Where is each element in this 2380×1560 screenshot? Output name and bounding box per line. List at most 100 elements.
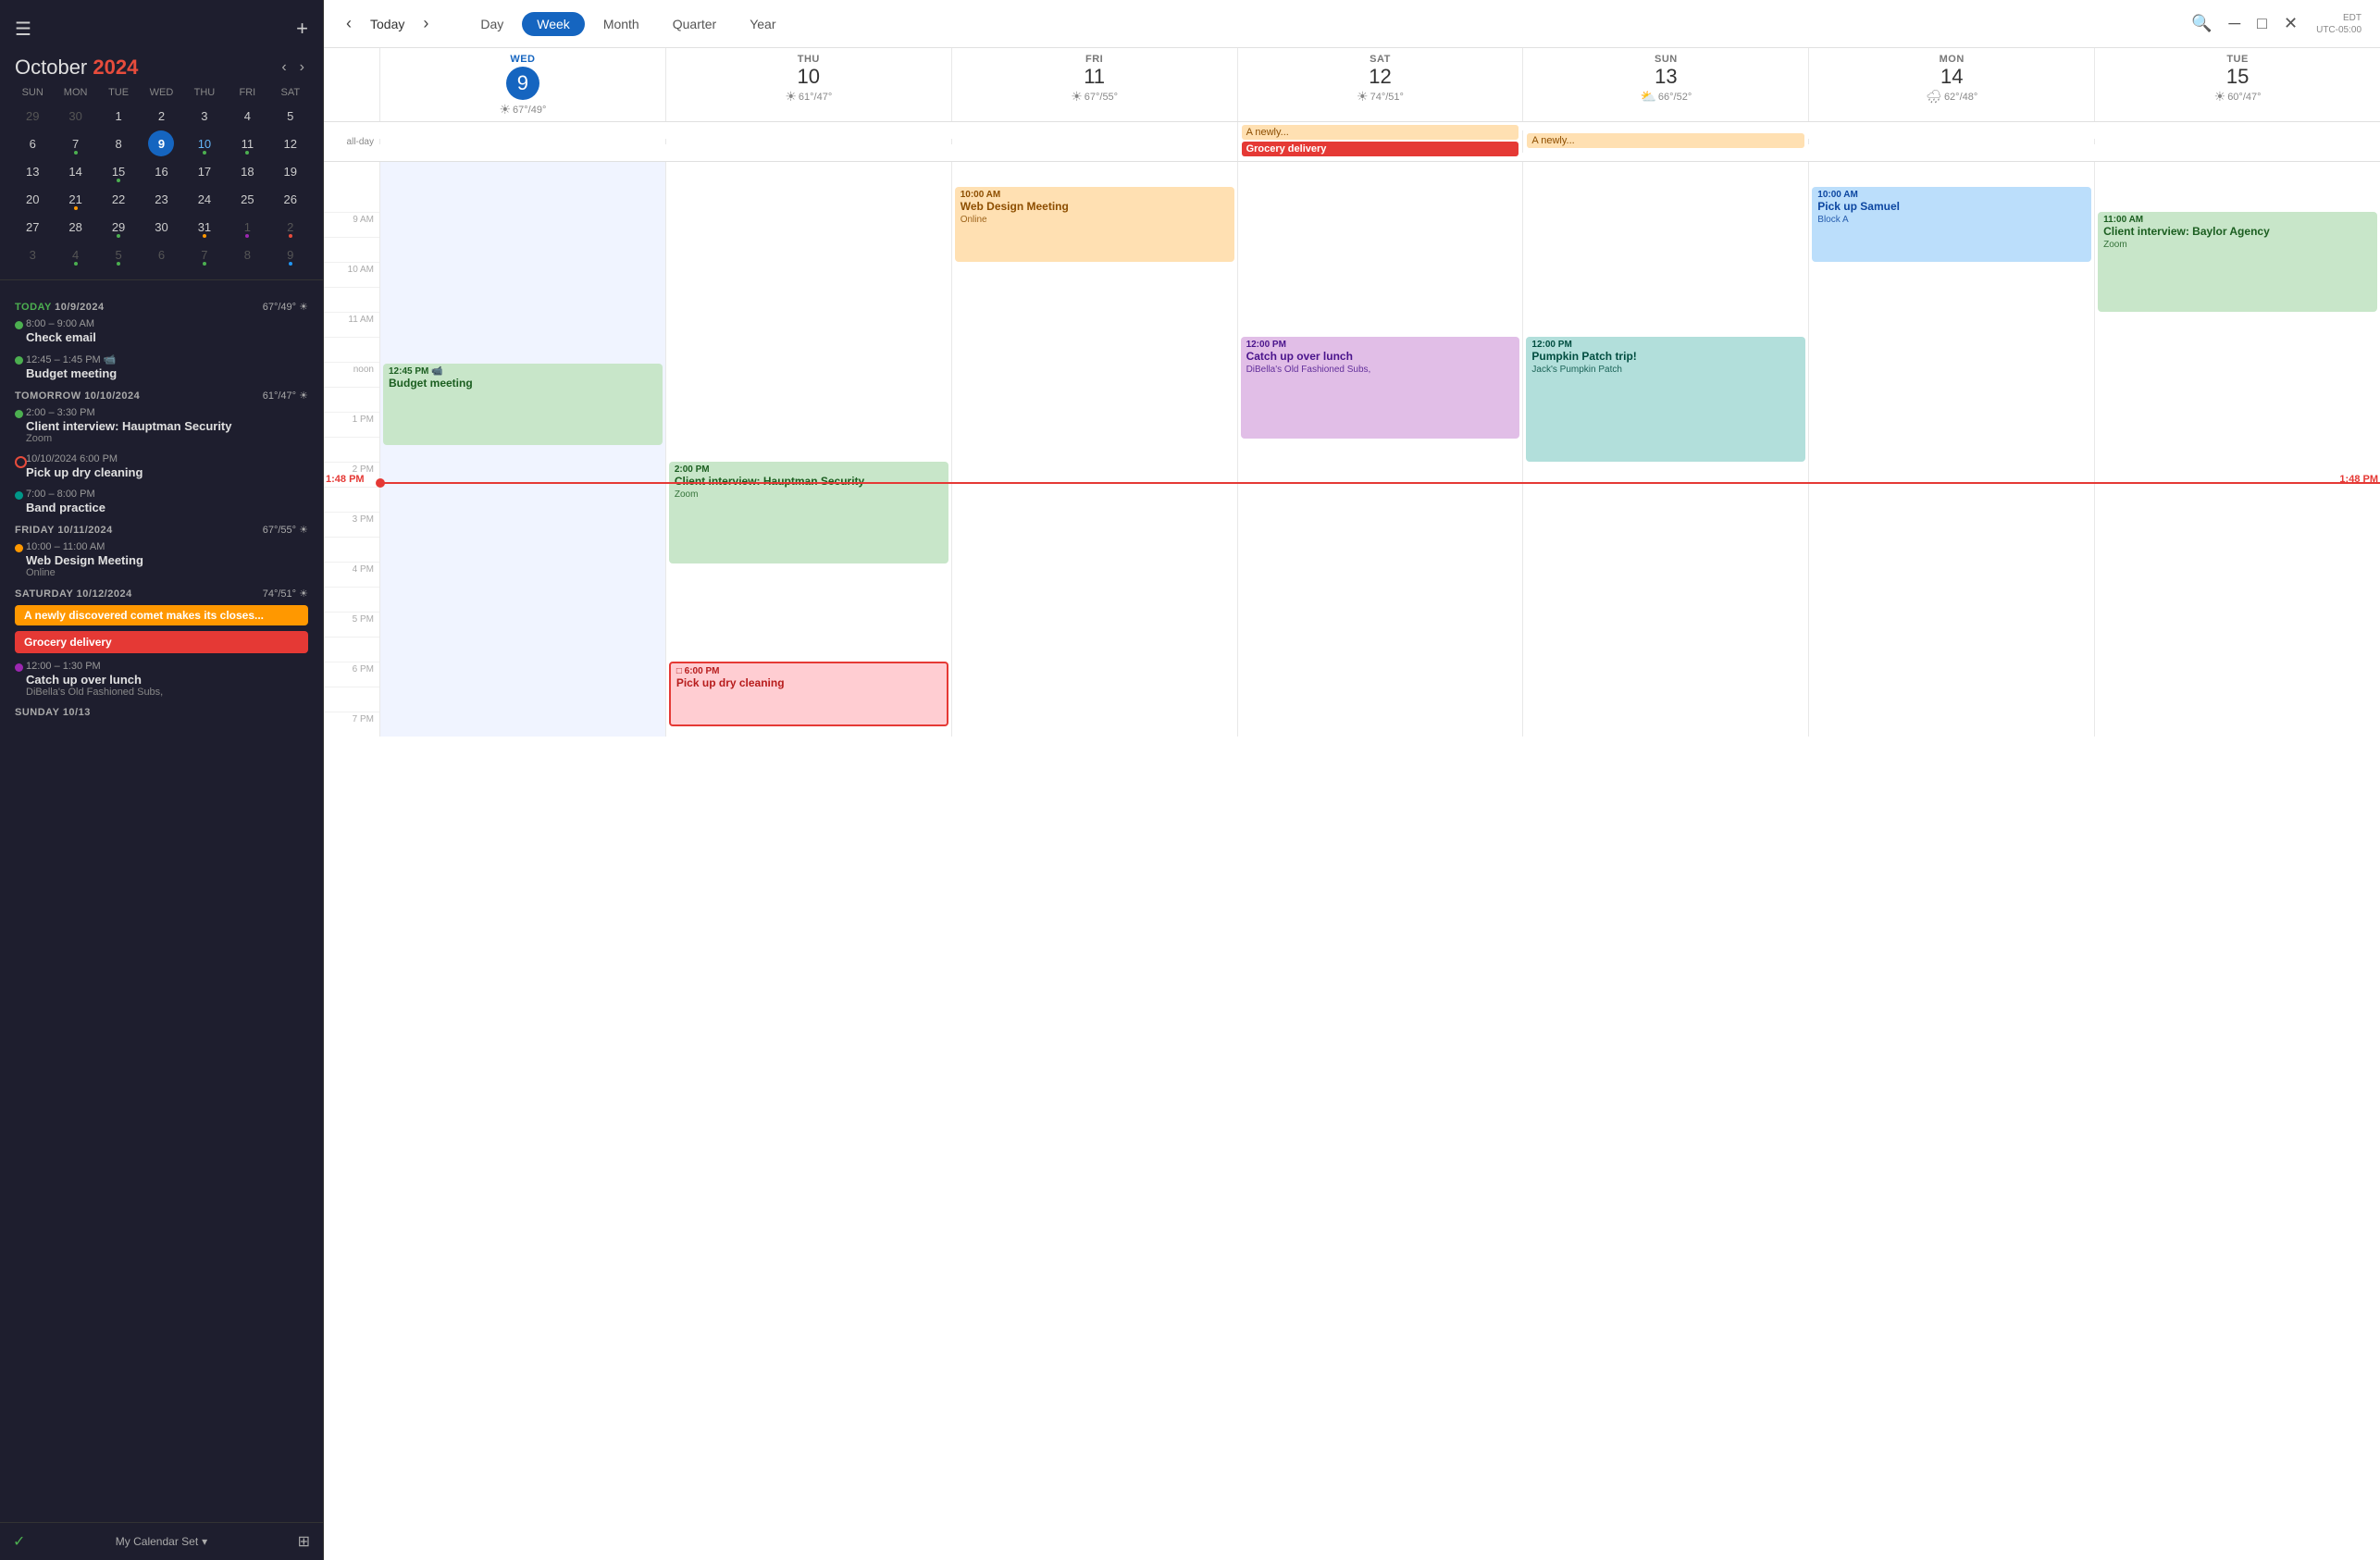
view-tabs: Day Week Month Quarter Year [465,12,790,36]
mini-cal-day[interactable]: 2 [144,103,178,129]
mini-cal-day[interactable]: 27 [16,214,49,240]
grocery-event-bar[interactable]: Grocery delivery [15,631,308,653]
new-event-icon[interactable]: + [296,17,308,41]
tab-week[interactable]: Week [522,12,585,36]
mini-cal-day[interactable]: 25 [230,186,264,212]
mini-cal-day[interactable]: 10 [188,130,221,156]
mini-cal-day[interactable]: 12 [274,130,307,156]
day-col-sat: 12:00 PM Catch up over lunch DiBella's O… [1237,162,1523,737]
mini-cal-day-headers: SUN MON TUE WED THU FRI SAT [11,87,312,98]
mini-cal-day[interactable]: 31 [188,214,221,240]
close-icon[interactable]: ✕ [2280,10,2301,37]
grid-view-icon[interactable]: ⊞ [298,1532,310,1551]
allday-cell-mon [1808,139,2094,144]
day-col-sun: 12:00 PM Pumpkin Patch trip! Jack's Pump… [1522,162,1808,737]
check-icon: ✓ [13,1532,25,1551]
mini-cal-day[interactable]: 6 [144,241,178,267]
day-col-fri: 10:00 AM Web Design Meeting Online [951,162,1237,737]
mini-cal-day[interactable]: 3 [16,241,49,267]
client-interview-baylor-event[interactable]: 11:00 AM Client interview: Baylor Agency… [2098,212,2377,312]
mini-cal-day[interactable]: 5 [102,241,135,267]
mini-cal-day[interactable]: 8 [102,130,135,156]
mini-cal-day[interactable]: 30 [59,103,93,129]
sunday-section-header: SUNDAY 10/13 [15,707,308,718]
mini-cal-day[interactable]: 29 [102,214,135,240]
mini-cal-day[interactable]: 15 [102,158,135,184]
time-grid-container: 9 AM 10 AM 11 AM noon 1 PM 2 PM 3 PM 4 P… [324,162,2380,1560]
calendar-set-label: My Calendar Set [116,1535,198,1548]
allday-cell-wed [379,139,665,144]
mini-cal-day[interactable]: 6 [16,130,49,156]
tab-year[interactable]: Year [735,12,790,36]
week-day-headers: WED 9 ☀67°/49° THU 10 ☀61°/47° FRI 11 ☀6… [324,48,2380,122]
mini-cal-day[interactable]: 4 [230,103,264,129]
list-item[interactable]: 12:00 – 1:30 PM Catch up over lunch DiBe… [15,661,308,698]
mini-cal-day[interactable]: 4 [59,241,93,267]
web-design-meeting-event[interactable]: 10:00 AM Web Design Meeting Online [955,187,1234,262]
mini-cal-day[interactable]: 17 [188,158,221,184]
mini-cal-day[interactable]: 23 [144,186,178,212]
comet-event-bar[interactable]: A newly discovered comet makes its close… [15,605,308,625]
mini-cal-day[interactable]: 7 [188,241,221,267]
comet-sun-allday-event[interactable]: A newly... [1527,133,1804,148]
mini-cal-day[interactable]: 8 [230,241,264,267]
pick-up-samuel-event[interactable]: 10:00 AM Pick up Samuel Block A [1812,187,2091,262]
list-item[interactable]: 8:00 – 9:00 AM Check email [15,318,308,344]
sidebar-footer: ✓ My Calendar Set ▾ ⊞ [0,1522,323,1560]
mini-cal-today[interactable]: 9 [148,130,174,156]
day-col-wed: 12:45 PM 📹 Budget meeting [379,162,665,737]
mini-cal-day[interactable]: 7 [59,130,93,156]
mini-cal-day[interactable]: 18 [230,158,264,184]
mini-cal-day[interactable]: 5 [274,103,307,129]
mini-cal-day[interactable]: 24 [188,186,221,212]
mini-cal-day[interactable]: 11 [230,130,264,156]
list-item[interactable]: 10:00 – 11:00 AM Web Design Meeting Onli… [15,541,308,578]
catch-up-lunch-sat-event[interactable]: 12:00 PM Catch up over lunch DiBella's O… [1241,337,1520,439]
pumpkin-patch-event[interactable]: 12:00 PM Pumpkin Patch trip! Jack's Pump… [1526,337,1805,462]
mini-cal-day[interactable]: 3 [188,103,221,129]
tab-month[interactable]: Month [589,12,654,36]
tab-quarter[interactable]: Quarter [658,12,731,36]
day-col-mon: 10:00 AM Pick up Samuel Block A [1808,162,2094,737]
pick-up-dry-cleaning-event[interactable]: □ 6:00 PM Pick up dry cleaning [669,662,948,726]
budget-meeting-event[interactable]: 12:45 PM 📹 Budget meeting [383,364,663,445]
mini-cal-day[interactable]: 21 [59,186,93,212]
hamburger-icon[interactable]: ☰ [15,18,31,41]
mini-cal-day[interactable]: 30 [144,214,178,240]
mini-cal-day[interactable]: 13 [16,158,49,184]
day-header-mon: MON 14 🌧62°/48° [1808,48,2094,121]
mini-cal-day[interactable]: 22 [102,186,135,212]
mini-cal-day[interactable]: 2 [274,214,307,240]
list-item[interactable]: 7:00 – 8:00 PM Band practice [15,489,308,514]
prev-week-button[interactable]: ‹ [342,10,355,37]
day-header-sat: SAT 12 ☀74°/51° [1237,48,1523,121]
saturday-section-header: SATURDAY 10/12/2024 74°/51° ☀ [15,588,308,600]
tab-day[interactable]: Day [465,12,518,36]
search-icon[interactable]: 🔍 [2188,10,2215,37]
mini-cal-day[interactable]: 20 [16,186,49,212]
mini-cal-day[interactable]: 28 [59,214,93,240]
mini-cal-day[interactable]: 26 [274,186,307,212]
comet-allday-event[interactable]: A newly... [1242,125,1519,140]
list-item[interactable]: 12:45 – 1:45 PM 📹 Budget meeting [15,353,308,380]
sidebar: ☰ + October 2024 ‹ › SUN MON TUE WED THU… [0,0,324,1560]
mini-cal-day[interactable]: 1 [230,214,264,240]
mini-cal-next[interactable]: › [296,57,308,78]
mini-cal-day[interactable]: 1 [102,103,135,129]
mini-cal-day[interactable]: 19 [274,158,307,184]
mini-cal-day[interactable]: 29 [16,103,49,129]
day-header-tue: TUE 15 ☀60°/47° [2094,48,2380,121]
mini-cal-day[interactable]: 14 [59,158,93,184]
client-interview-hauptman-event[interactable]: 2:00 PM Client interview: Hauptman Secur… [669,462,948,563]
list-item[interactable]: 2:00 – 3:30 PM Client interview: Hauptma… [15,407,308,444]
dropdown-icon[interactable]: ▾ [202,1535,207,1548]
list-item[interactable]: 10/10/2024 6:00 PM Pick up dry cleaning [15,453,308,479]
mini-cal-day[interactable]: 9 [274,241,307,267]
mini-cal-day[interactable]: 16 [144,158,178,184]
grocery-allday-event[interactable]: Grocery delivery [1242,142,1519,156]
next-week-button[interactable]: › [419,10,432,37]
mini-cal-prev[interactable]: ‹ [278,57,290,78]
minimize-icon[interactable]: ─ [2225,10,2244,37]
today-button[interactable]: Today [370,17,404,31]
maximize-icon[interactable]: □ [2253,10,2271,37]
